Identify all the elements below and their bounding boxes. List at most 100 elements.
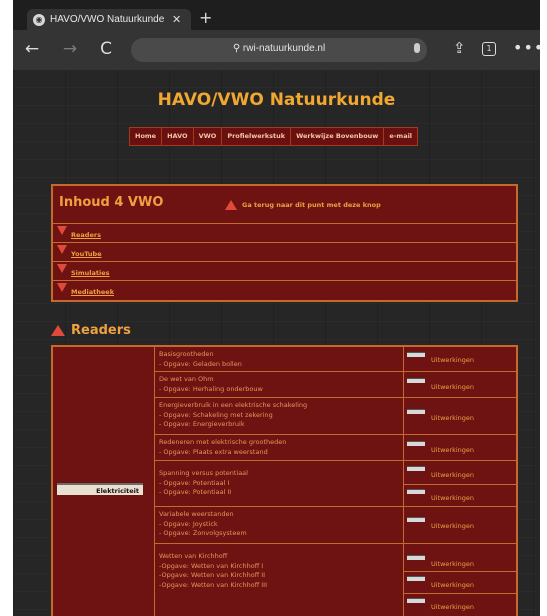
exercise-line[interactable]: - Opgave: Potentiaal II bbox=[159, 488, 399, 498]
table-row: Spanning versus potentiaal - Opgave: Pot… bbox=[155, 461, 518, 507]
browser-toolbar: ← → C ⚲ rwi-natuurkunde.nl ⇪ 1 ••• bbox=[13, 30, 540, 70]
new-tab-button[interactable]: + bbox=[199, 8, 212, 28]
file-icon bbox=[407, 576, 425, 581]
browser-tab[interactable]: ◉ HAVO/VWO Natuurkunde ✕ bbox=[27, 9, 191, 30]
tab-count-button[interactable]: 1 bbox=[482, 42, 496, 56]
readers-title: Readers bbox=[71, 323, 131, 338]
exercise-line[interactable]: - Opgave: Schakeling met zekering bbox=[159, 411, 399, 421]
toc-link[interactable]: Simulaties bbox=[71, 269, 110, 277]
close-tab-icon[interactable]: ✕ bbox=[172, 13, 181, 26]
site-info-icon[interactable]: ⚲ bbox=[233, 43, 240, 54]
readers-heading: Readers bbox=[51, 323, 131, 338]
exercise-line[interactable]: - Opgave: Geladen bollen bbox=[159, 360, 399, 370]
uitwerkingen-link[interactable]: Uitwerkingen bbox=[431, 560, 474, 568]
page-viewport: HAVO/VWO Natuurkunde Home HAVO VWO Profi… bbox=[13, 70, 540, 616]
address-bar[interactable]: ⚲ rwi-natuurkunde.nl bbox=[131, 38, 427, 62]
toc-link[interactable]: Readers bbox=[71, 231, 101, 239]
file-icon bbox=[407, 517, 425, 522]
forward-button[interactable]: → bbox=[59, 38, 81, 60]
menu-item-profielwerkstuk[interactable]: Profielwerkstuk bbox=[222, 128, 292, 145]
uitwerkingen-cell: Uitwerkingen bbox=[404, 372, 518, 398]
toc-item-mediatheek: Mediatheek bbox=[53, 281, 516, 300]
category-cell: Elektriciteit bbox=[53, 347, 155, 616]
uitwerkingen-cell: Uitwerkingen bbox=[404, 398, 518, 435]
uitwerkingen-link[interactable]: Uitwerkingen bbox=[431, 383, 474, 391]
menu-item-werkwijze[interactable]: Werkwijze Bovenbouw bbox=[291, 128, 385, 145]
arrow-down-icon bbox=[57, 226, 67, 235]
uitwerkingen-link[interactable]: Uitwerkingen bbox=[431, 414, 474, 422]
exercise-line[interactable]: -Opgave: Wetten van Kirchhoff III bbox=[159, 581, 399, 591]
table-row: Energieverbruik in een elektrische schak… bbox=[155, 398, 518, 435]
globe-icon: ◉ bbox=[33, 13, 45, 26]
share-icon[interactable]: ⇪ bbox=[453, 39, 466, 57]
file-icon bbox=[407, 378, 425, 383]
arrow-up-icon[interactable] bbox=[51, 325, 65, 336]
menu-item-email[interactable]: e-mail bbox=[384, 128, 417, 145]
tab-bar: ◉ HAVO/VWO Natuurkunde ✕ + bbox=[13, 6, 540, 30]
uitwerkingen-link[interactable]: Uitwerkingen bbox=[431, 603, 474, 611]
reader-title[interactable]: Energieverbruik in een elektrische schak… bbox=[159, 401, 399, 411]
tab-title: HAVO/VWO Natuurkunde bbox=[50, 14, 165, 25]
row-description: Spanning versus potentiaal - Opgave: Pot… bbox=[155, 461, 404, 506]
cell-divider bbox=[404, 484, 518, 485]
file-icon bbox=[407, 598, 425, 603]
row-description: De wet van Ohm - Opgave: Herhaling onder… bbox=[155, 372, 404, 397]
uitwerkingen-link[interactable]: Uitwerkingen bbox=[431, 471, 474, 479]
table-row: Variabele weerstanden - Opgave: Joystick… bbox=[155, 507, 518, 544]
menu-item-vwo[interactable]: VWO bbox=[194, 128, 223, 145]
exercise-line[interactable]: - Opgave: Zonvolgsysteem bbox=[159, 529, 399, 539]
toc-title: Inhoud 4 VWO bbox=[59, 195, 164, 210]
menu-item-home[interactable]: Home bbox=[130, 128, 163, 145]
uitwerkingen-link[interactable]: Uitwerkingen bbox=[431, 446, 474, 454]
browser-window: ◉ HAVO/VWO Natuurkunde ✕ + ← → C ⚲ rwi-n… bbox=[13, 0, 540, 616]
main-menu: Home HAVO VWO Profielwerkstuk Werkwijze … bbox=[129, 127, 419, 146]
uitwerkingen-link[interactable]: Uitwerkingen bbox=[431, 581, 474, 589]
cell-divider bbox=[404, 571, 518, 572]
uitwerkingen-link[interactable]: Uitwerkingen bbox=[431, 356, 474, 364]
back-button[interactable]: ← bbox=[21, 38, 43, 60]
table-row: Wetten van Kirchhoff -Opgave: Wetten van… bbox=[155, 544, 518, 616]
arrow-down-icon bbox=[57, 245, 67, 254]
uitwerkingen-cell: Uitwerkingen bbox=[404, 435, 518, 461]
row-description: Redeneren met elektrische grootheden - O… bbox=[155, 435, 404, 460]
exercise-line[interactable]: - Opgave: Energieverbruik bbox=[159, 420, 399, 430]
file-icon bbox=[407, 489, 425, 494]
exercise-line[interactable]: - Opgave: Plaats extra weerstand bbox=[159, 448, 399, 458]
reader-title[interactable]: Redeneren met elektrische grootheden bbox=[159, 438, 399, 448]
reader-title[interactable]: Wetten van Kirchhoff bbox=[159, 552, 399, 562]
exercise-line[interactable]: - Opgave: Joystick bbox=[159, 520, 399, 530]
row-description: Basisgrootheden - Opgave: Geladen bollen bbox=[155, 347, 404, 371]
reader-title[interactable]: Basisgrootheden bbox=[159, 350, 399, 360]
table-row: Basisgrootheden - Opgave: Geladen bollen… bbox=[155, 347, 518, 372]
exercise-line[interactable]: - Opgave: Potentiaal I bbox=[159, 479, 399, 489]
uitwerkingen-link[interactable]: Uitwerkingen bbox=[431, 522, 474, 530]
menu-item-havo[interactable]: HAVO bbox=[162, 128, 194, 145]
back-to-top-text: Ga terug naar dit punt met deze knop bbox=[242, 201, 381, 209]
table-of-contents: Inhoud 4 VWO Ga terug naar dit punt met … bbox=[51, 184, 518, 302]
reader-title[interactable]: Spanning versus potentiaal bbox=[159, 469, 399, 479]
site-title: HAVO/VWO Natuurkunde bbox=[157, 90, 396, 110]
more-menu-button[interactable]: ••• bbox=[513, 38, 540, 57]
microphone-icon[interactable] bbox=[414, 43, 420, 53]
toc-link[interactable]: Mediatheek bbox=[71, 288, 114, 296]
exercise-line[interactable]: - Opgave: Herhaling onderbouw bbox=[159, 385, 399, 395]
reader-title[interactable]: De wet van Ohm bbox=[159, 375, 399, 385]
url-text: rwi-natuurkunde.nl bbox=[242, 43, 326, 54]
url-container: ⚲ rwi-natuurkunde.nl bbox=[131, 43, 427, 54]
toc-item-readers: Readers bbox=[53, 224, 516, 243]
reload-button[interactable]: C bbox=[95, 38, 117, 60]
arrow-down-icon bbox=[57, 264, 67, 273]
row-description: Energieverbruik in een elektrische schak… bbox=[155, 398, 404, 434]
uitwerkingen-cell: Uitwerkingen bbox=[404, 347, 518, 372]
back-to-top-icon[interactable] bbox=[225, 200, 237, 210]
reader-title[interactable]: Variabele weerstanden bbox=[159, 510, 399, 520]
toc-link[interactable]: YouTube bbox=[71, 250, 102, 258]
uitwerkingen-link[interactable]: Uitwerkingen bbox=[431, 494, 474, 502]
exercise-line[interactable]: -Opgave: Wetten van Kirchhoff II bbox=[159, 571, 399, 581]
exercise-line[interactable]: -Opgave: Wetten van Kirchhoff I bbox=[159, 562, 399, 572]
uitwerkingen-cell: Uitwerkingen bbox=[404, 507, 518, 544]
file-icon bbox=[407, 466, 425, 471]
category-label[interactable]: Elektriciteit bbox=[57, 483, 143, 495]
uitwerkingen-cell: Uitwerkingen Uitwerkingen bbox=[404, 461, 518, 507]
readers-table: Elektriciteit Basisgrootheden - Opgave: … bbox=[51, 345, 518, 616]
